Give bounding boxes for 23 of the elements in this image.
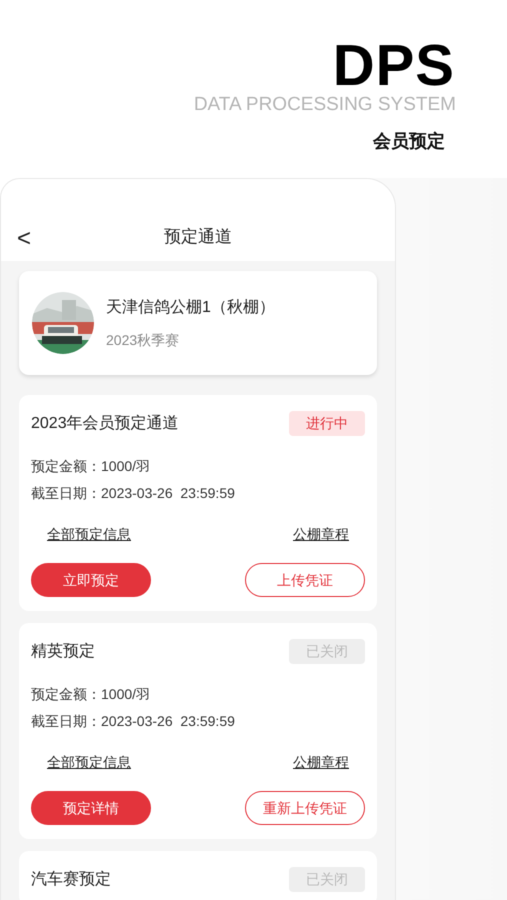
text-link[interactable]: 公棚章程 xyxy=(293,524,349,545)
action-button[interactable]: 立即预定 xyxy=(31,563,151,597)
status-badge: 进行中 xyxy=(289,411,365,436)
deadline-text: 截至日期：2023-03-26 23:59:59 xyxy=(31,712,236,731)
channel-title: 精英预定 xyxy=(31,642,95,662)
dps-logo: DPS xyxy=(332,38,455,94)
season-text: 2023秋季赛 xyxy=(106,330,180,350)
back-button[interactable]: < xyxy=(17,227,32,251)
deadline-text: 截至日期：2023-03-26 23:59:59 xyxy=(31,484,236,503)
text-link[interactable]: 公棚章程 xyxy=(293,752,349,773)
text-link[interactable]: 全部预定信息 xyxy=(47,752,131,773)
action-button[interactable]: 预定详情 xyxy=(31,791,151,825)
action-button[interactable]: 上传凭证 xyxy=(245,563,365,597)
action-button[interactable]: 重新上传凭证 xyxy=(245,791,365,825)
text-link[interactable]: 全部预定信息 xyxy=(47,524,131,545)
club-name: 天津信鸽公棚1（秋棚） xyxy=(106,298,275,318)
fee-text: 预定金额：1000/羽 xyxy=(31,457,152,476)
page-subtitle: 会员预定 xyxy=(373,130,445,153)
channel-title: 2023年会员预定通道 xyxy=(31,414,179,434)
fee-text: 预定金额：1000/羽 xyxy=(31,685,152,704)
nav-title: 预定通道 xyxy=(164,226,232,248)
channel-title: 汽车赛预定 xyxy=(31,870,111,890)
tagline: DATA PROCESSING SYSTEM xyxy=(194,94,456,116)
